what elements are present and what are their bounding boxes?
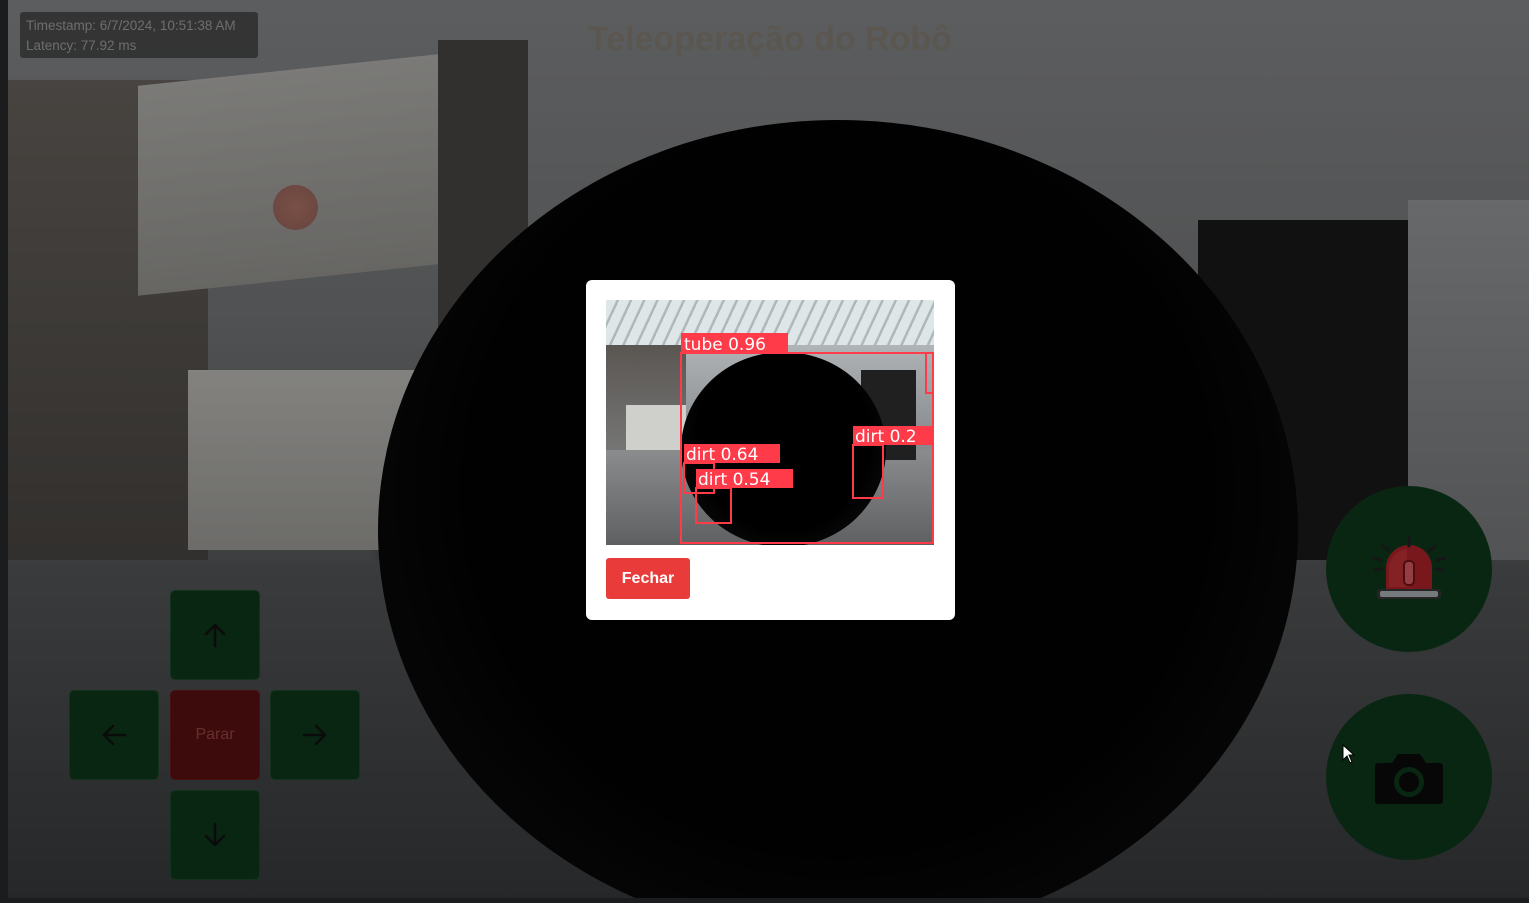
- mouse-cursor-icon: [1342, 744, 1356, 764]
- close-button[interactable]: Fechar: [606, 558, 690, 599]
- detection-box-dirt-3: [852, 444, 884, 499]
- detection-label-dirt-3: dirt 0.2: [855, 427, 917, 447]
- detection-label-dirt-1: dirt 0.64: [686, 445, 758, 465]
- detection-overlay: tube 0.96 dirt 0.64 dirt 0.54 dirt 0.2: [680, 333, 934, 544]
- detection-label-tube: tube 0.96: [684, 335, 766, 355]
- detection-snapshot: tube 0.96 dirt 0.64 dirt 0.54 dirt 0.2: [606, 300, 934, 545]
- detection-modal: tube 0.96 dirt 0.64 dirt 0.54 dirt 0.2 F…: [586, 280, 955, 620]
- detection-label-dirt-2: dirt 0.54: [698, 470, 770, 490]
